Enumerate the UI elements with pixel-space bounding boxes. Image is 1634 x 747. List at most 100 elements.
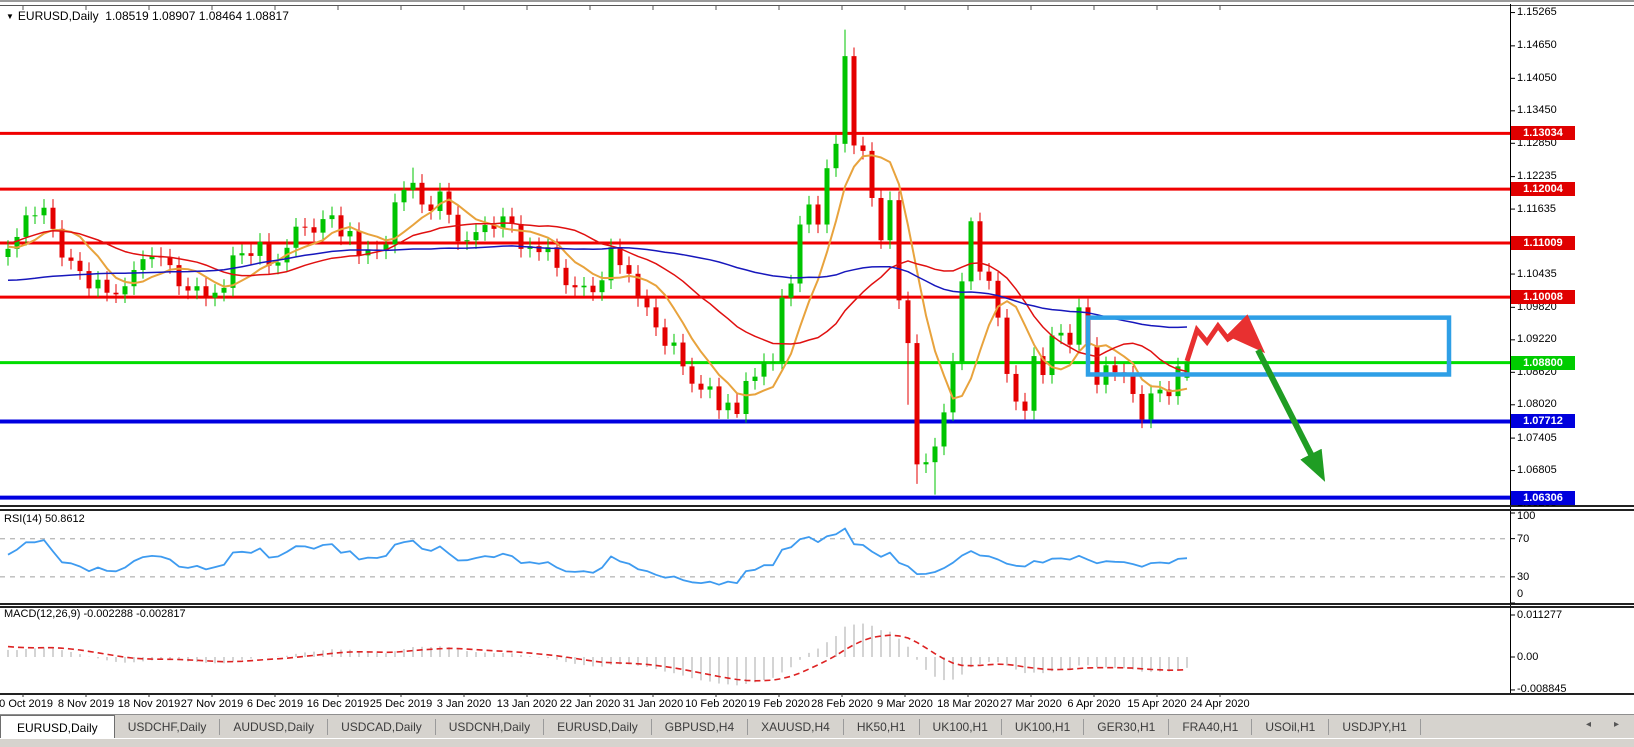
- chart-tab-gbpusd-h4[interactable]: GBPUSD,H4: [652, 719, 748, 735]
- chart-tab-xauusd-h4[interactable]: XAUUSD,H4: [748, 719, 844, 735]
- candle-body: [1140, 394, 1145, 419]
- candle-body: [204, 286, 209, 297]
- moving-average-line: [8, 246, 1187, 328]
- candle-body: [60, 229, 65, 258]
- price-level-badge: 1.11009: [1511, 236, 1575, 250]
- chart-tab-eurusd-daily[interactable]: EURUSD,Daily: [0, 715, 115, 739]
- candle-body: [573, 285, 578, 287]
- candle-body: [609, 247, 614, 280]
- candle-body: [96, 280, 101, 289]
- macd-axis-tick: 0.00: [1517, 651, 1538, 663]
- candle-body: [564, 268, 569, 285]
- candle-body: [555, 247, 560, 268]
- date-axis-label: 18 Mar 2020: [937, 698, 999, 710]
- price-level-badge: 1.10008: [1511, 290, 1575, 304]
- candle-body: [834, 144, 839, 168]
- rsi-panel: [0, 529, 1510, 585]
- panel-separator: [0, 606, 1634, 608]
- candle-body: [465, 240, 470, 241]
- candle-body: [114, 293, 119, 295]
- date-axis-label: 13 Jan 2020: [497, 698, 558, 710]
- candle-body: [690, 366, 695, 383]
- candle-body: [1113, 365, 1118, 372]
- date-axis-label: 6 Apr 2020: [1067, 698, 1120, 710]
- panel-separator: [0, 505, 1634, 507]
- candle-body: [915, 343, 920, 464]
- price-axis-tick: 1.06805: [1517, 464, 1557, 476]
- candle-body: [240, 253, 245, 255]
- status-strip: [0, 738, 1634, 747]
- candle-body: [987, 272, 992, 281]
- price-axis-tick: 1.12235: [1517, 170, 1557, 182]
- date-axis-label: 8 Nov 2019: [58, 698, 114, 710]
- candle-body: [186, 286, 191, 290]
- candlesticks: [6, 30, 1190, 495]
- candle-body: [726, 403, 731, 411]
- chart-tab-usdchf-daily[interactable]: USDCHF,Daily: [115, 719, 221, 735]
- candle-body: [195, 286, 200, 290]
- candle-body: [1077, 307, 1082, 344]
- chart-tab-audusd-daily[interactable]: AUDUSD,Daily: [220, 719, 328, 735]
- candle-body: [420, 183, 425, 205]
- chart-tab-usdjpy-h1[interactable]: USDJPY,H1: [1329, 719, 1420, 735]
- chart-tab-uk100-h1[interactable]: UK100,H1: [920, 719, 1002, 735]
- panel-separator: [0, 509, 1634, 511]
- window-top-edge: [0, 0, 1634, 2]
- candle-body: [141, 259, 146, 270]
- candle-body: [852, 56, 857, 145]
- chart-tab-usdcad-daily[interactable]: USDCAD,Daily: [328, 719, 436, 735]
- candle-body: [357, 231, 362, 255]
- price-axis-tick: 1.08020: [1517, 398, 1557, 410]
- candle-body: [645, 298, 650, 307]
- chart-tab-hk50-h1[interactable]: HK50,H1: [844, 719, 920, 735]
- candle-body: [888, 200, 893, 240]
- candle-body: [168, 258, 173, 266]
- date-axis-label: 9 Mar 2020: [877, 698, 933, 710]
- candle-body: [51, 208, 56, 229]
- macd-indicator-label: MACD(12,26,9) -0.002288 -0.002817: [4, 608, 186, 620]
- candle-body: [1068, 333, 1073, 345]
- candle-body: [591, 286, 596, 292]
- chart-tab-bar: EURUSD,DailyUSDCHF,DailyAUDUSD,DailyUSDC…: [0, 714, 1634, 739]
- chart-tab-uk100-h1[interactable]: UK100,H1: [1002, 719, 1084, 735]
- ohlc-close: 1.08817: [245, 9, 288, 23]
- candle-body: [933, 446, 938, 462]
- tab-scroll-right-icon[interactable]: ▸: [1614, 719, 1619, 730]
- rsi-axis-tick: 0: [1517, 588, 1523, 600]
- macd-signal-line: [8, 635, 1187, 681]
- date-axis-label: 6 Dec 2019: [247, 698, 303, 710]
- candle-body: [69, 258, 74, 261]
- date-axis-label: 28 Feb 2020: [811, 698, 873, 710]
- date-axis-label: 19 Feb 2020: [748, 698, 810, 710]
- price-axis-tick: 1.15265: [1517, 6, 1557, 18]
- tab-scroll-left-icon[interactable]: ◂: [1586, 719, 1591, 730]
- candle-body: [654, 307, 659, 327]
- candle-body: [1095, 346, 1100, 385]
- price-axis-tick: 1.09220: [1517, 333, 1557, 345]
- macd-axis-tick: -0.008845: [1517, 683, 1567, 695]
- date-axis-label: 10 Feb 2020: [685, 698, 747, 710]
- date-axis-label: 18 Nov 2019: [118, 698, 180, 710]
- date-axis-label: 22 Jan 2020: [560, 698, 621, 710]
- price-level-badge: 1.08800: [1511, 356, 1575, 370]
- chart-tab-eurusd-daily[interactable]: EURUSD,Daily: [544, 719, 652, 735]
- candle-body: [681, 343, 686, 367]
- candle-body: [1050, 335, 1055, 375]
- chart-tab-usdcnh-daily[interactable]: USDCNH,Daily: [436, 719, 544, 735]
- candle-body: [258, 242, 263, 256]
- price-level-badge: 1.07712: [1511, 414, 1575, 428]
- chart-tab-ger30-h1[interactable]: GER30,H1: [1084, 719, 1169, 735]
- chart-canvas[interactable]: [0, 0, 1634, 747]
- chart-tab-usoil-h1[interactable]: USOil,H1: [1252, 719, 1329, 735]
- candle-body: [816, 204, 821, 224]
- price-axis-tick: 1.07405: [1517, 432, 1557, 444]
- zigzag-projection-annotation: [1187, 326, 1251, 361]
- candle-body: [411, 183, 416, 190]
- candle-body: [672, 343, 677, 346]
- candle-body: [213, 293, 218, 298]
- macd-panel: [8, 624, 1187, 686]
- candle-body: [249, 253, 254, 256]
- candle-body: [78, 261, 83, 271]
- collapse-triangle-icon[interactable]: ▼: [6, 12, 14, 21]
- chart-tab-fra40-h1[interactable]: FRA40,H1: [1169, 719, 1252, 735]
